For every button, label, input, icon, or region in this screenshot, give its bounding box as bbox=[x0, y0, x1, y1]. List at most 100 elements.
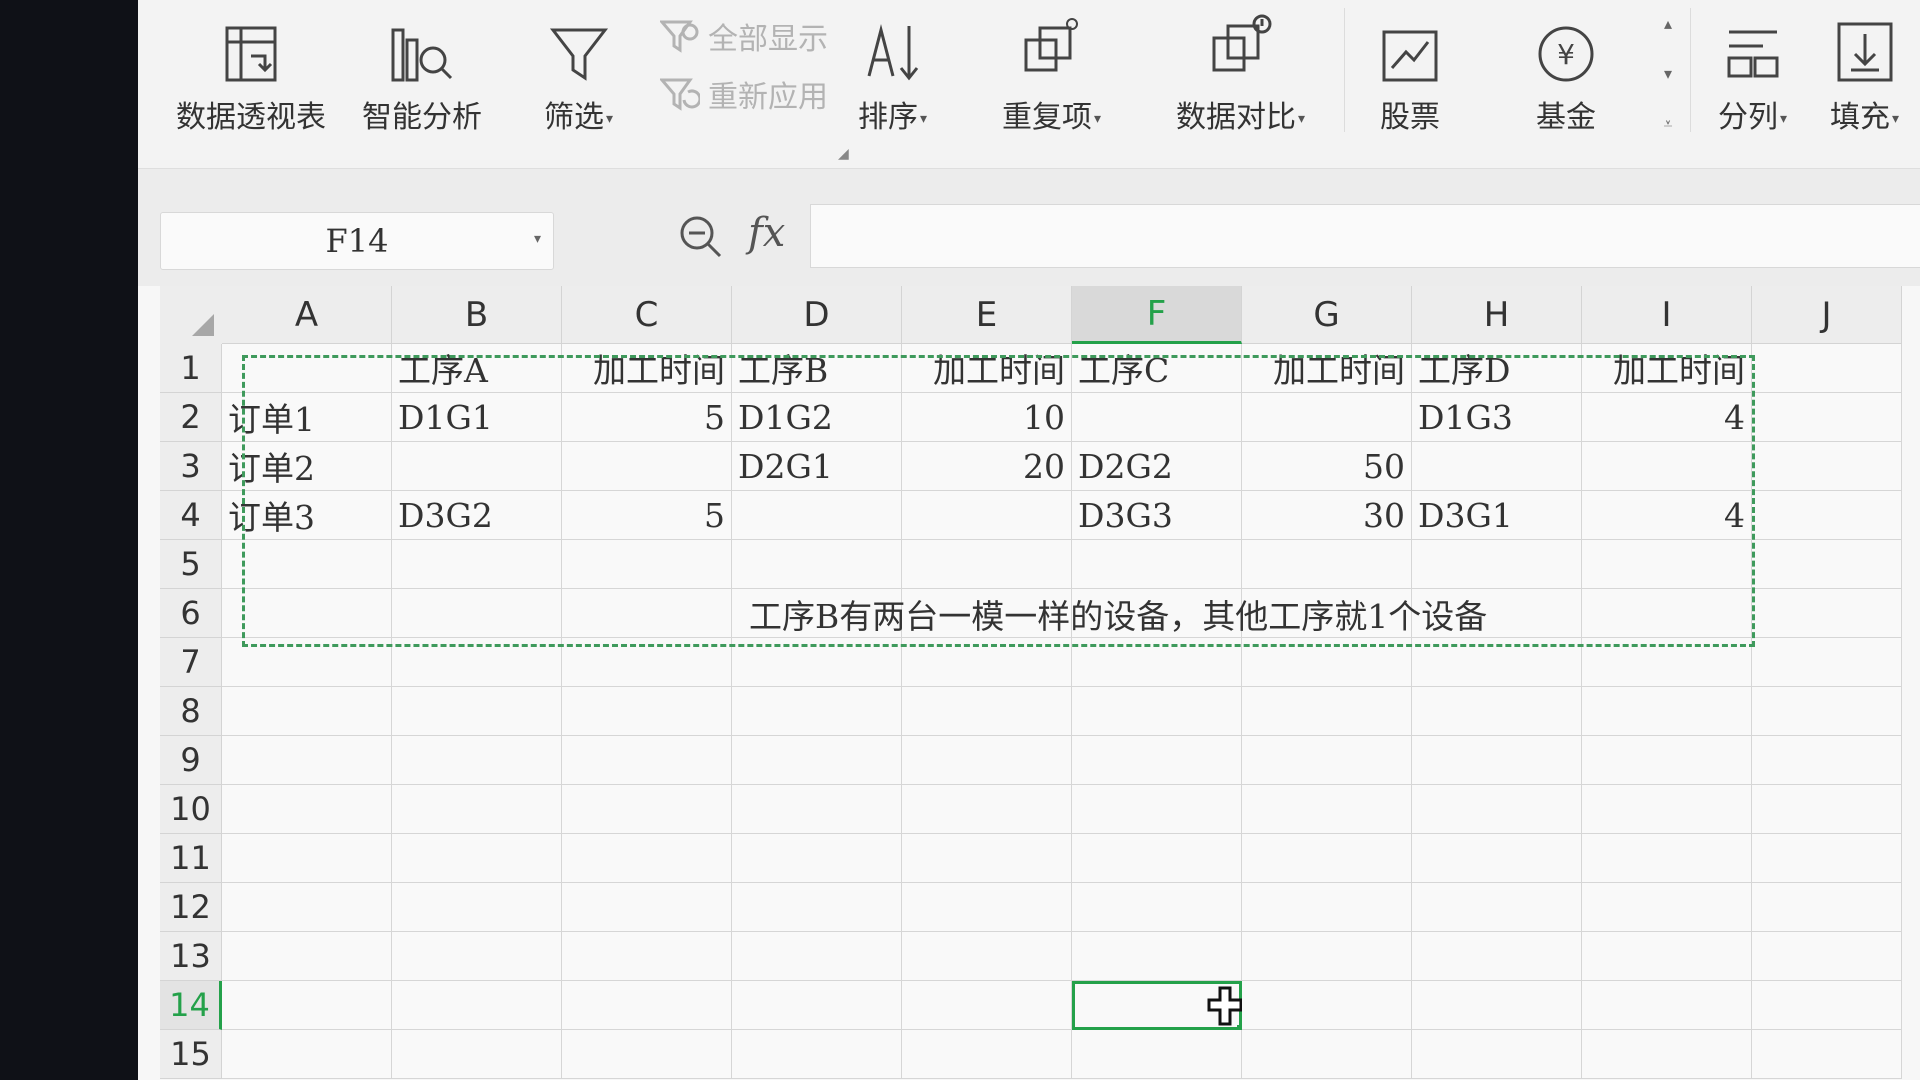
column-header-a[interactable]: A bbox=[222, 286, 392, 344]
cell-a4[interactable]: 订单3 bbox=[222, 491, 392, 540]
cell-d1[interactable]: 工序B bbox=[732, 344, 902, 393]
name-box-dropdown-icon[interactable]: ▾ bbox=[534, 231, 541, 247]
cell-h5[interactable] bbox=[1412, 540, 1582, 589]
cell-b10[interactable] bbox=[392, 785, 562, 834]
data-compare-button[interactable]: 数据对比 ▾ bbox=[1176, 0, 1305, 136]
cell-e11[interactable] bbox=[902, 834, 1072, 883]
cell-g2[interactable] bbox=[1242, 393, 1412, 442]
cell-c11[interactable] bbox=[562, 834, 732, 883]
cell-c2[interactable]: 5 bbox=[562, 393, 732, 442]
cell-b9[interactable] bbox=[392, 736, 562, 785]
cell-j15[interactable] bbox=[1752, 1030, 1902, 1079]
pivot-table-button[interactable]: 数据透视表 bbox=[176, 0, 326, 136]
cell-f2[interactable] bbox=[1072, 393, 1242, 442]
show-all-button[interactable]: 全部显示 bbox=[660, 14, 828, 58]
fill-button[interactable]: 填充 ▾ bbox=[1830, 0, 1899, 136]
cell-f9[interactable] bbox=[1072, 736, 1242, 785]
cell-e12[interactable] bbox=[902, 883, 1072, 932]
cell-e2[interactable]: 10 bbox=[902, 393, 1072, 442]
zoom-out-icon[interactable] bbox=[678, 214, 724, 264]
cell-a8[interactable] bbox=[222, 687, 392, 736]
cell-h1[interactable]: 工序D bbox=[1412, 344, 1582, 393]
cell-d7[interactable] bbox=[732, 638, 902, 687]
cell-h13[interactable] bbox=[1412, 932, 1582, 981]
cell-g13[interactable] bbox=[1242, 932, 1412, 981]
cell-a15[interactable] bbox=[222, 1030, 392, 1079]
cell-i15[interactable] bbox=[1582, 1030, 1752, 1079]
cell-g4[interactable]: 30 bbox=[1242, 491, 1412, 540]
row-header-15[interactable]: 15 bbox=[160, 1030, 222, 1079]
cell-j7[interactable] bbox=[1752, 638, 1902, 687]
cell-e8[interactable] bbox=[902, 687, 1072, 736]
stock-button[interactable]: 股票 bbox=[1380, 0, 1440, 136]
cell-e15[interactable] bbox=[902, 1030, 1072, 1079]
row-header-3[interactable]: 3 bbox=[160, 442, 222, 491]
cell-j3[interactable] bbox=[1752, 442, 1902, 491]
cell-h4[interactable]: D3G1 bbox=[1412, 491, 1582, 540]
cell-d12[interactable] bbox=[732, 883, 902, 932]
cell-g3[interactable]: 50 bbox=[1242, 442, 1412, 491]
cell-h14[interactable] bbox=[1412, 981, 1582, 1030]
row-header-7[interactable]: 7 bbox=[160, 638, 222, 687]
cell-a3[interactable]: 订单2 bbox=[222, 442, 392, 491]
cell-b12[interactable] bbox=[392, 883, 562, 932]
cell-g12[interactable] bbox=[1242, 883, 1412, 932]
cell-d11[interactable] bbox=[732, 834, 902, 883]
cell-b15[interactable] bbox=[392, 1030, 562, 1079]
cell-b8[interactable] bbox=[392, 687, 562, 736]
cell-e14[interactable] bbox=[902, 981, 1072, 1030]
cell-i3[interactable] bbox=[1582, 442, 1752, 491]
cell-i7[interactable] bbox=[1582, 638, 1752, 687]
cell-b13[interactable] bbox=[392, 932, 562, 981]
cell-d8[interactable] bbox=[732, 687, 902, 736]
cell-f8[interactable] bbox=[1072, 687, 1242, 736]
cell-c5[interactable] bbox=[562, 540, 732, 589]
cell-a2[interactable]: 订单1 bbox=[222, 393, 392, 442]
cell-f7[interactable] bbox=[1072, 638, 1242, 687]
cell-a5[interactable] bbox=[222, 540, 392, 589]
cell-a1[interactable] bbox=[222, 344, 392, 393]
cell-j10[interactable] bbox=[1752, 785, 1902, 834]
cell-h2[interactable]: D1G3 bbox=[1412, 393, 1582, 442]
column-header-c[interactable]: C bbox=[562, 286, 732, 344]
cell-j14[interactable] bbox=[1752, 981, 1902, 1030]
scroll-down-icon[interactable]: ▾ bbox=[1664, 64, 1672, 83]
cell-j12[interactable] bbox=[1752, 883, 1902, 932]
cell-g7[interactable] bbox=[1242, 638, 1412, 687]
cell-e13[interactable] bbox=[902, 932, 1072, 981]
cell-i9[interactable] bbox=[1582, 736, 1752, 785]
cell-h11[interactable] bbox=[1412, 834, 1582, 883]
cell-a11[interactable] bbox=[222, 834, 392, 883]
cell-f5[interactable] bbox=[1072, 540, 1242, 589]
cell-e10[interactable] bbox=[902, 785, 1072, 834]
cell-j8[interactable] bbox=[1752, 687, 1902, 736]
cell-h12[interactable] bbox=[1412, 883, 1582, 932]
cell-g15[interactable] bbox=[1242, 1030, 1412, 1079]
expand-gallery-icon[interactable]: ⩡ bbox=[1663, 114, 1672, 134]
cell-e1[interactable]: 加工时间 bbox=[902, 344, 1072, 393]
cell-f4[interactable]: D3G3 bbox=[1072, 491, 1242, 540]
formula-input[interactable] bbox=[810, 204, 1920, 268]
cell-a12[interactable] bbox=[222, 883, 392, 932]
cell-b7[interactable] bbox=[392, 638, 562, 687]
cell-j9[interactable] bbox=[1752, 736, 1902, 785]
cell-a7[interactable] bbox=[222, 638, 392, 687]
ribbon-gallery-scroller[interactable]: ▴ ▾ ⩡ bbox=[1655, 14, 1681, 134]
name-box[interactable]: F14 ▾ bbox=[160, 212, 554, 270]
cell-i14[interactable] bbox=[1582, 981, 1752, 1030]
cell-h9[interactable] bbox=[1412, 736, 1582, 785]
cell-e3[interactable]: 20 bbox=[902, 442, 1072, 491]
column-header-i[interactable]: I bbox=[1582, 286, 1752, 344]
cell-g11[interactable] bbox=[1242, 834, 1412, 883]
column-header-h[interactable]: H bbox=[1412, 286, 1582, 344]
cell-b1[interactable]: 工序A bbox=[392, 344, 562, 393]
smart-analysis-button[interactable]: 智能分析 bbox=[362, 0, 482, 136]
cell-i13[interactable] bbox=[1582, 932, 1752, 981]
cell-d13[interactable] bbox=[732, 932, 902, 981]
row-header-11[interactable]: 11 bbox=[160, 834, 222, 883]
cell-h3[interactable] bbox=[1412, 442, 1582, 491]
cell-e5[interactable] bbox=[902, 540, 1072, 589]
filter-button[interactable]: 筛选 ▾ bbox=[544, 0, 613, 136]
cell-d10[interactable] bbox=[732, 785, 902, 834]
cell-j2[interactable] bbox=[1752, 393, 1902, 442]
